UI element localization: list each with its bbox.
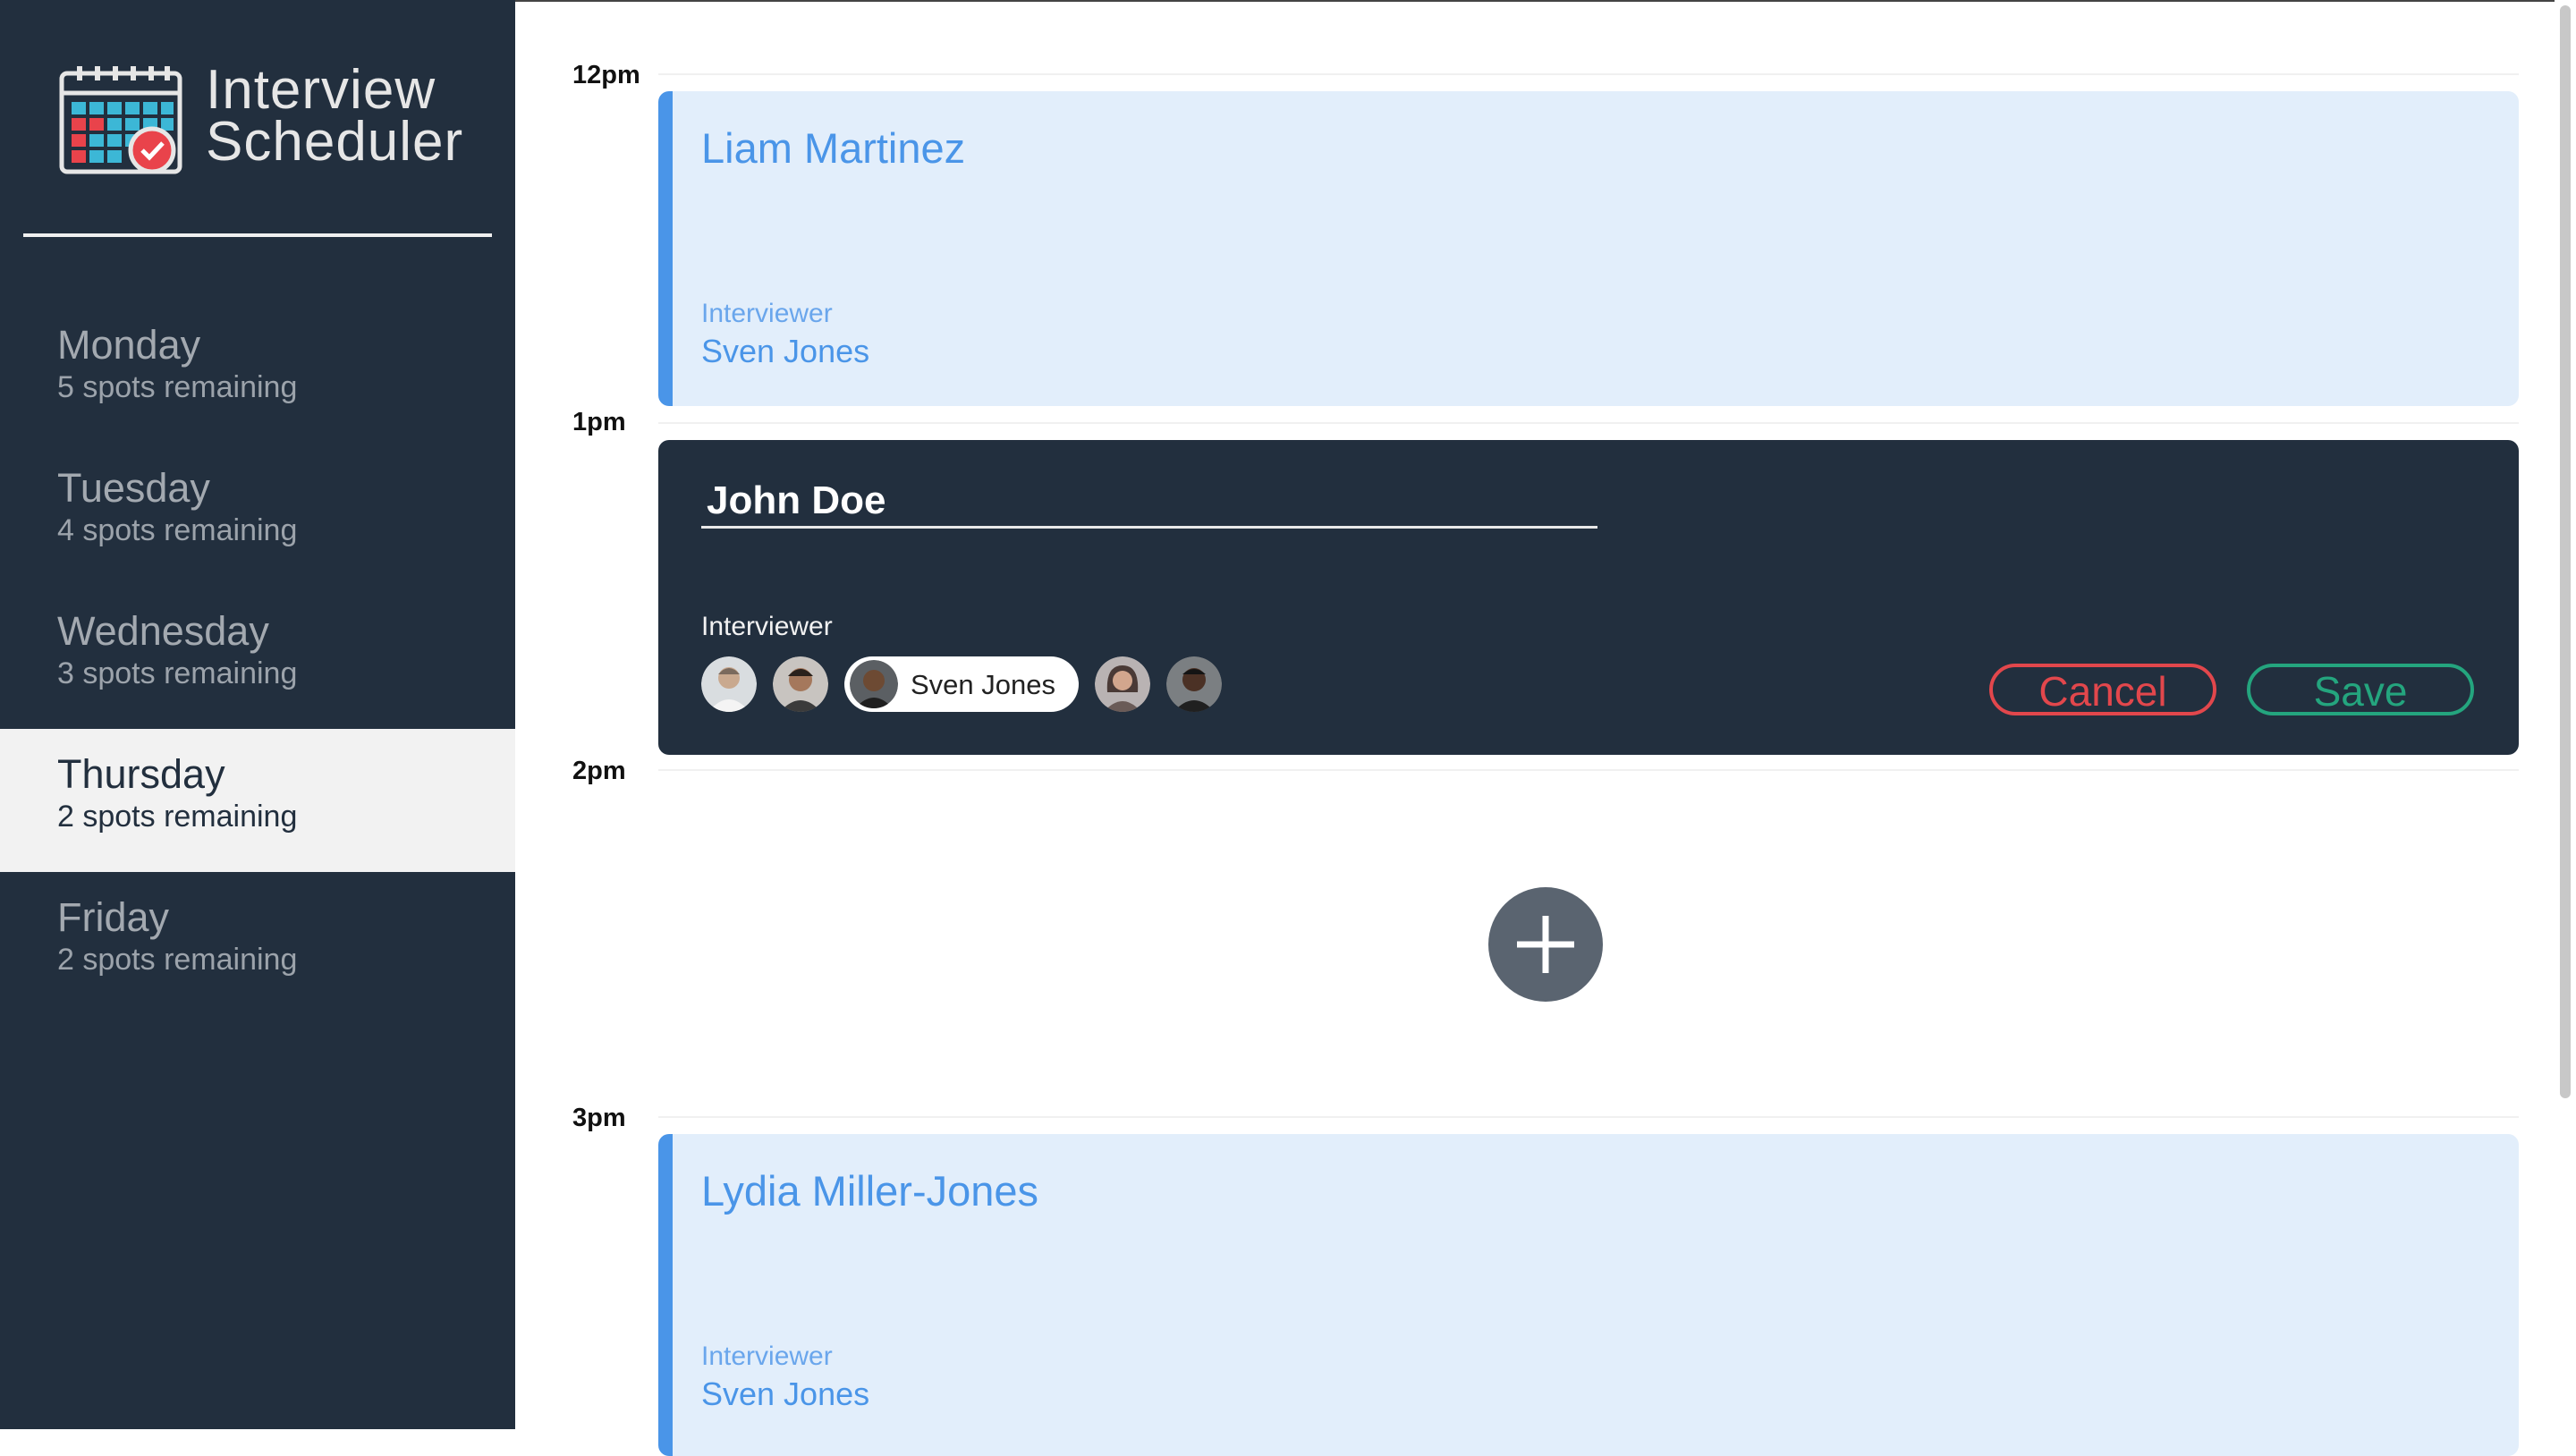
interviewer-label: Interviewer	[701, 299, 833, 328]
avatar-icon	[701, 656, 757, 712]
interviewer-list-label: Interviewer	[701, 612, 833, 641]
appointment-form: Interviewer Sven Jones	[658, 440, 2519, 755]
interviewer-name: Sven Jones	[701, 1376, 870, 1412]
day-item-thursday[interactable]: Thursday 2 spots remaining	[0, 729, 515, 872]
avatar-icon	[773, 656, 828, 712]
day-name: Friday	[57, 894, 170, 940]
app-title: Interview Scheduler	[206, 59, 501, 173]
appointment-card[interactable]: Liam Martinez Interviewer Sven Jones	[658, 91, 2519, 406]
cancel-button[interactable]: Cancel	[1989, 664, 2216, 715]
calendar-check-icon	[59, 66, 182, 174]
day-item-wednesday[interactable]: Wednesday 3 spots remaining	[0, 586, 515, 729]
student-name-input[interactable]	[701, 476, 1597, 529]
day-name: Monday	[57, 322, 201, 368]
app-title-line-1: Interview	[206, 59, 436, 121]
day-spots: 2 spots remaining	[57, 800, 298, 834]
time-label-1pm: 1pm	[572, 408, 626, 436]
time-divider	[658, 1116, 2519, 1118]
app-title-line-2: Scheduler	[206, 111, 464, 173]
time-label-3pm: 3pm	[572, 1104, 626, 1132]
interviewer-avatar[interactable]	[701, 656, 757, 712]
time-divider	[658, 422, 2519, 424]
avatar-icon	[1095, 656, 1150, 712]
appointment-card[interactable]: Lydia Miller-Jones Interviewer Sven Jone…	[658, 1134, 2519, 1456]
student-name: Lydia Miller-Jones	[701, 1167, 1039, 1215]
add-appointment-button[interactable]	[1488, 887, 1603, 1002]
interviewer-selected[interactable]: Sven Jones	[844, 656, 1079, 712]
interviewer-avatar[interactable]	[773, 656, 828, 712]
time-label-12pm: 12pm	[572, 61, 640, 89]
day-spots: 5 spots remaining	[57, 370, 298, 404]
day-name: Wednesday	[57, 608, 269, 654]
interviewer-avatar[interactable]	[1095, 656, 1150, 712]
day-spots: 2 spots remaining	[57, 943, 298, 977]
day-name: Thursday	[57, 751, 225, 797]
day-item-tuesday[interactable]: Tuesday 4 spots remaining	[0, 443, 515, 586]
day-name: Tuesday	[57, 465, 210, 511]
sidebar-divider	[23, 233, 492, 237]
avatar-icon	[1166, 656, 1222, 712]
interviewer-name: Sven Jones	[701, 333, 870, 369]
time-divider	[658, 769, 2519, 771]
interviewer-avatar[interactable]	[1166, 656, 1222, 712]
avatar	[850, 660, 898, 708]
day-spots: 4 spots remaining	[57, 513, 298, 547]
day-spots: 3 spots remaining	[57, 656, 298, 690]
plus-icon	[1517, 916, 1574, 973]
scrollbar[interactable]	[2560, 5, 2571, 1098]
interviewer-selected-name: Sven Jones	[911, 669, 1055, 700]
student-name: Liam Martinez	[701, 124, 966, 172]
sidebar: Interview Scheduler Monday 5 spots remai…	[0, 0, 515, 1429]
day-list: Monday 5 spots remaining Tuesday 4 spots…	[0, 300, 515, 1015]
time-label-2pm: 2pm	[572, 757, 626, 785]
day-item-monday[interactable]: Monday 5 spots remaining	[0, 300, 515, 443]
interviewer-label: Interviewer	[701, 1342, 833, 1371]
time-divider	[658, 73, 2519, 75]
day-item-friday[interactable]: Friday 2 spots remaining	[0, 872, 515, 1015]
save-button[interactable]: Save	[2247, 664, 2474, 715]
avatar-icon	[850, 660, 898, 708]
